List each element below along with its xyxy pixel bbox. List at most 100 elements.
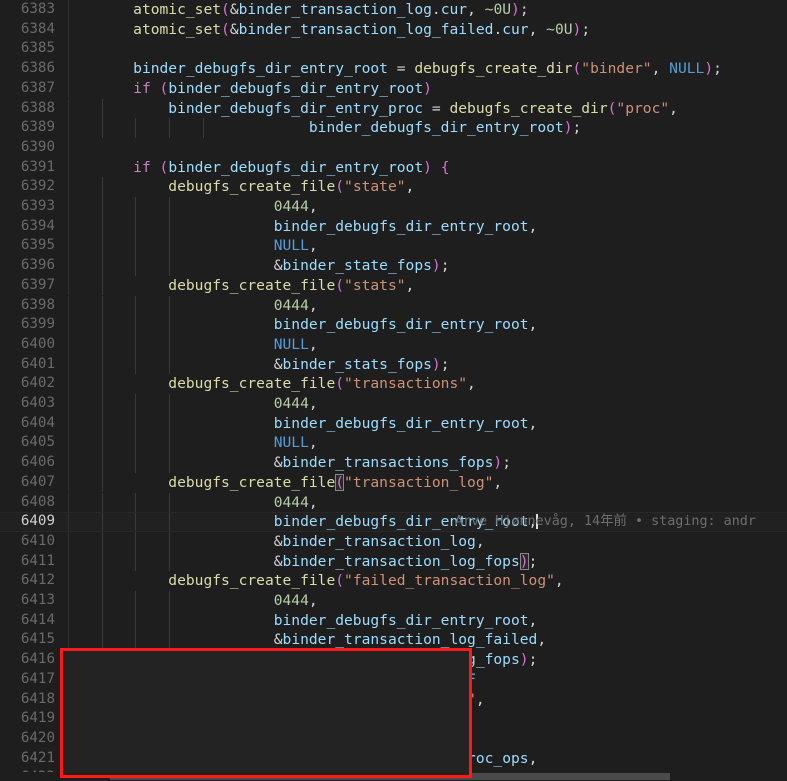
line-content[interactable]: &binder_transaction_log, [98,532,485,552]
line-content[interactable]: 0444, [98,493,318,513]
gutter-separator [68,453,69,473]
line-content[interactable]: atomic_set(&binder_transaction_log_faile… [98,20,590,40]
line-number: 6405 [20,434,55,451]
line-content[interactable]: binder_debugfs_dir_entry_root, [98,513,539,531]
line-content[interactable]: binder_debugfs_dir_entry_root, [98,217,538,237]
code-token: binder_debugfs_dir_entry_root [273,414,529,432]
code-line[interactable]: 6384 atomic_set(&binder_transaction_log_… [0,19,787,40]
line-content[interactable]: binder_debugfs_dir_entry_root, [98,414,538,434]
line-content[interactable]: debugfs_create_file("failed_transaction_… [98,571,563,591]
line-number: 6394 [20,217,55,234]
code-token: binder_debugfs_dir_entry_proc [168,99,424,117]
code-line[interactable]: 6406 &binder_transactions_fops); [0,453,787,473]
line-content[interactable]: NULL, [98,433,318,453]
code-line[interactable]: 6391 if (binder_debugfs_dir_entry_root) … [0,157,787,178]
gutter-separator [68,39,69,60]
code-token: debugfs_create_file [168,473,336,491]
code-line[interactable]: 6412 debugfs_create_file("failed_transac… [0,571,787,591]
code-token: , [308,395,318,412]
code-line[interactable]: 6403 0444, [0,394,787,414]
line-content[interactable]: &binder_state_fops); [98,256,450,276]
code-editor[interactable]: 6383 atomic_set(&binder_transaction_log.… [0,0,787,781]
code-line[interactable]: 6411 &binder_transaction_log_fops); [0,551,787,572]
code-line[interactable]: 6385 [0,39,787,60]
line-content[interactable]: NULL, [98,236,318,256]
line-content[interactable]: &binder_transaction_log_failed, [98,630,546,650]
code-token: ) [431,257,441,275]
code-token: "transactions" [344,375,468,393]
gutter-separator [68,472,69,493]
code-line[interactable]: 6388 binder_debugfs_dir_entry_proc = deb… [0,98,787,119]
code-line[interactable]: 6408 0444, [0,492,787,513]
code-line[interactable]: 6410 &binder_transaction_log, [0,531,787,552]
gutter-separator [68,216,69,237]
code-line[interactable]: 6405 NULL, [0,433,787,454]
code-token: ) [493,454,503,472]
line-content[interactable]: 0444, [98,197,318,217]
code-token: & [273,454,283,472]
line-content[interactable]: 0444, [98,296,318,316]
line-content[interactable]: debugfs_create_file("state", [98,177,414,197]
code-token: , [528,20,547,38]
line-content[interactable]: &binder_transaction_log_fops); [98,552,537,572]
line-content[interactable]: binder_debugfs_dir_entry_root, [98,611,538,631]
code-line[interactable]: 6397 debugfs_create_file("stats", [0,275,787,296]
code-line[interactable]: 6413 0444, [0,591,787,611]
code-line[interactable]: 6393 0444, [0,197,787,217]
code-line[interactable]: 6409 binder_debugfs_dir_entry_root, [0,512,787,532]
code-line[interactable]: 6402 debugfs_create_file("transactions", [0,374,787,394]
code-line[interactable]: 6404 binder_debugfs_dir_entry_root, [0,413,787,434]
code-line[interactable]: 6398 0444, [0,295,787,316]
code-token: , [308,434,318,452]
text-cursor [536,514,539,530]
code-token: ) [423,158,432,176]
line-content[interactable]: &binder_transactions_fops); [98,453,511,473]
code-token: , [475,690,485,708]
indent-guides [0,137,787,158]
code-line[interactable]: 6392 debugfs_create_file("state", [0,177,787,197]
code-token: ( [335,572,345,590]
line-content[interactable]: binder_debugfs_dir_entry_root, [98,315,538,335]
line-number: 6384 [20,20,55,37]
code-line[interactable]: 6396 &binder_state_fops); [0,256,787,276]
line-number: 6410 [20,532,55,549]
line-content[interactable]: &binder_stats_fops); [98,355,450,375]
line-content[interactable]: debugfs_create_file("transaction_log", [98,473,502,493]
code-token: & [229,20,239,38]
line-content[interactable]: binder_debugfs_dir_entry_proc = debugfs_… [98,99,678,119]
line-content[interactable]: debugfs_create_file("stats", [98,276,414,296]
gutter-separator [68,551,69,572]
code-token: "proc" [616,99,670,117]
bracket-match-highlight: ) [519,552,529,570]
code-line[interactable]: 6395 NULL, [0,236,787,257]
line-content[interactable]: NULL, [98,335,318,355]
code-line[interactable]: 6386 binder_debugfs_dir_entry_root = deb… [0,59,787,79]
line-content[interactable]: if (binder_debugfs_dir_entry_root) { [98,158,449,178]
code-line[interactable]: 6400 NULL, [0,334,787,355]
line-content[interactable]: binder_debugfs_dir_entry_root); [98,118,581,138]
code-line[interactable]: 6394 binder_debugfs_dir_entry_root, [0,216,787,237]
code-line[interactable]: 6399 binder_debugfs_dir_entry_root, [0,315,787,335]
code-line[interactable]: 6390 [0,137,787,158]
code-line[interactable]: 6387 if (binder_debugfs_dir_entry_root) [0,78,787,99]
code-token: ~0U [546,20,573,38]
line-content[interactable]: atomic_set(&binder_transaction_log.cur, … [98,0,528,20]
code-line[interactable]: 6407 debugfs_create_file("transaction_lo… [0,472,787,493]
line-content[interactable]: 0444, [98,591,318,611]
code-token: debugfs_create_file [168,276,336,294]
code-line[interactable]: 6414 binder_debugfs_dir_entry_root, [0,610,787,631]
code-line[interactable]: 6383 atomic_set(&binder_transaction_log.… [0,0,787,20]
code-line[interactable]: 6401 &binder_stats_fops); [0,354,787,375]
line-content[interactable]: 0444, [98,394,318,414]
code-token: atomic_set [133,20,222,38]
code-line[interactable]: 6415 &binder_transaction_log_failed, [0,630,787,651]
code-token: , [467,1,485,18]
code-token: NULL [273,237,309,255]
code-line[interactable]: 6389 binder_debugfs_dir_entry_root); [0,118,787,138]
line-content[interactable]: binder_debugfs_dir_entry_root = debugfs_… [98,59,722,79]
line-content[interactable]: if (binder_debugfs_dir_entry_root) [98,79,432,99]
line-content[interactable]: debugfs_create_file("transactions", [98,374,476,394]
